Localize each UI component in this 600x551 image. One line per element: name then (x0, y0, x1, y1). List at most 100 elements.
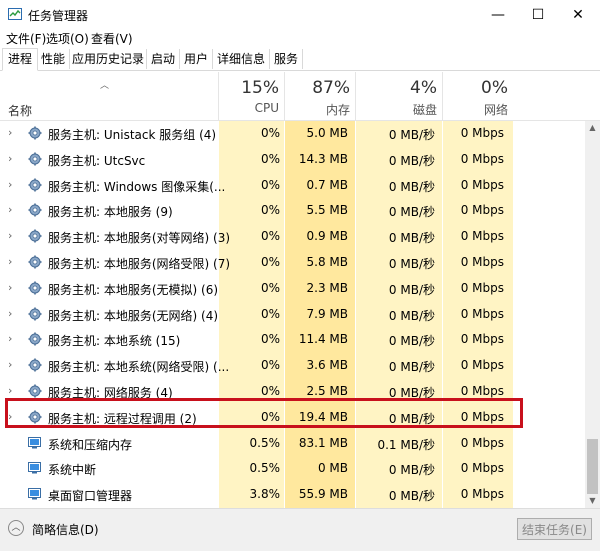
network-value: 0 Mbps (460, 332, 504, 347)
tab-services[interactable]: 服务 (270, 49, 303, 69)
collapse-up-icon[interactable]: ︿ (8, 520, 24, 536)
disk-value: 0 MB/秒 (388, 205, 435, 220)
expand-chevron-icon[interactable]: › (8, 358, 12, 371)
table-row[interactable]: › 服务主机: 本地服务(无网络) (4) 0% 7.9 MB 0 MB/秒 0 Mbps (0, 302, 585, 328)
table-row[interactable]: › 服务主机: Unistack 服务组 (4) 0% 5.0 MB 0 MB/秒 0 M… (0, 121, 585, 147)
system-icon (28, 436, 41, 449)
table-row[interactable]: 系统中断 0.5% 0 MB 0 MB/秒 0 Mbps (0, 456, 585, 482)
scroll-up-icon[interactable]: ▲ (585, 121, 600, 135)
memory-label: 内存 (325, 103, 350, 117)
expand-chevron-icon[interactable]: › (8, 229, 12, 242)
disk-value: 0 MB/秒 (388, 128, 435, 142)
memory-value: 5.8 MB (306, 255, 348, 269)
table-row[interactable]: 桌面窗口管理器 3.8% 55.9 MB 0 MB/秒 0 Mbps (0, 482, 585, 508)
column-network[interactable]: 0% 网络 (442, 72, 514, 120)
expand-chevron-icon[interactable]: › (8, 384, 12, 397)
process-name: 服务主机: 本地服务 (9) (48, 205, 173, 220)
memory-value: 0 MB (317, 461, 348, 476)
menu-file[interactable]: 文件(F) (6, 30, 46, 48)
tab-startup[interactable]: 启动 (147, 49, 180, 69)
tab-processes[interactable]: 进程 (2, 48, 38, 71)
memory-value: 14.3 MB (298, 151, 348, 166)
disk-value: 0 MB/秒 (388, 308, 435, 323)
close-button[interactable]: ✕ (558, 0, 598, 30)
disk-value: 0 MB/秒 (388, 463, 435, 478)
column-header: ︿ 名称 15% CPU 87% 内存 4% 磁盘 0% 网络 (0, 72, 600, 121)
minimize-button[interactable]: — (478, 0, 518, 30)
end-task-button[interactable]: 结束任务(E) (517, 518, 592, 540)
table-row[interactable]: › 服务主机: 本地服务(网络受限) (7) 0% 5.8 MB 0 MB/秒 0 Mbp… (0, 250, 585, 276)
system-icon (28, 462, 41, 474)
cpu-value: 0% (260, 255, 280, 269)
process-name: 服务主机: 本地系统 (15) (48, 334, 181, 349)
process-name: 系统和压缩内存 (48, 437, 133, 452)
network-value: 0 Mbps (460, 280, 504, 295)
expand-chevron-icon[interactable]: › (8, 126, 12, 139)
gear-icon (28, 384, 42, 398)
gear-icon (28, 358, 42, 372)
tab-app-history[interactable]: 应用历史记录 (70, 49, 147, 69)
table-row[interactable]: › 服务主机: 本地系统(网络受限) (... 0% 3.6 MB 0 MB/秒 0 Mb… (0, 353, 585, 379)
memory-value: 2.3 MB (306, 280, 348, 295)
table-row[interactable]: › 服务主机: 本地系统 (15) 0% 11.4 MB 0 MB/秒 0 Mbps (0, 327, 585, 353)
system-icon (28, 488, 41, 500)
tab-users[interactable]: 用户 (180, 49, 213, 69)
disk-value: 0 MB/秒 (388, 334, 435, 349)
task-manager-icon (8, 8, 22, 20)
memory-value: 0.7 MB (306, 177, 348, 192)
cpu-value: 0% (260, 306, 280, 321)
tab-details[interactable]: 详细信息 (213, 49, 270, 69)
process-name: 服务主机: 本地系统(网络受限) (... (48, 360, 230, 375)
scroll-thumb[interactable] (587, 439, 598, 494)
table-row[interactable]: › 服务主机: UtcSvc 0% 14.3 MB 0 MB/秒 0 Mbps (0, 147, 585, 173)
gear-icon (28, 152, 42, 166)
table-row[interactable]: › 服务主机: 本地服务(无模拟) (6) 0% 2.3 MB 0 MB/秒 0 Mbps (0, 276, 585, 302)
table-row[interactable]: › 服务主机: Windows 图像采集(... 0% 0.7 MB 0 MB/秒 0 M… (0, 173, 585, 199)
table-row[interactable]: › 服务主机: 本地服务(对等网络) (3) 0% 0.9 MB 0 MB/秒 0 Mbp… (0, 224, 585, 250)
memory-value: 11.4 MB (298, 332, 348, 347)
network-value: 0 Mbps (460, 126, 504, 140)
scroll-down-icon[interactable]: ▼ (585, 494, 600, 508)
column-disk[interactable]: 4% 磁盘 (355, 72, 443, 120)
expand-chevron-icon[interactable]: › (8, 178, 12, 191)
gear-icon (28, 255, 42, 269)
expand-chevron-icon[interactable]: › (8, 152, 12, 165)
expand-chevron-icon[interactable]: › (8, 203, 12, 216)
memory-value: 3.6 MB (306, 358, 348, 373)
cpu-value: 3.8% (249, 487, 281, 502)
expand-chevron-icon[interactable]: › (8, 307, 12, 320)
memory-total: 87% (312, 78, 350, 98)
column-name[interactable]: 名称 (8, 102, 32, 119)
fewer-details-link[interactable]: 简略信息(D) (32, 521, 99, 538)
footer: ︿ 简略信息(D) 结束任务(E) (0, 508, 600, 551)
disk-total: 4% (410, 78, 437, 98)
expand-chevron-icon[interactable]: › (8, 332, 12, 345)
expand-chevron-icon[interactable]: › (8, 255, 12, 268)
menu-view[interactable]: 查看(V) (91, 30, 133, 48)
memory-value: 55.9 MB (298, 487, 348, 502)
network-value: 0 Mbps (460, 203, 504, 218)
network-value: 0 Mbps (460, 229, 504, 244)
column-cpu[interactable]: 15% CPU (218, 72, 285, 120)
network-value: 0 Mbps (460, 255, 504, 269)
table-row[interactable]: › 服务主机: 本地服务 (9) 0% 5.5 MB 0 MB/秒 0 Mbps (0, 198, 585, 224)
cpu-total: 15% (241, 78, 279, 98)
cpu-value: 0% (260, 203, 280, 218)
memory-value: 83.1 MB (298, 435, 348, 450)
disk-value: 0 MB/秒 (388, 489, 435, 504)
gear-icon (28, 281, 42, 295)
expand-chevron-icon[interactable]: › (8, 281, 12, 294)
maximize-button[interactable]: ☐ (518, 0, 558, 30)
disk-value: 0 MB/秒 (388, 360, 435, 375)
vertical-scrollbar[interactable]: ▲ ▼ (585, 121, 600, 508)
cpu-value: 0% (260, 126, 280, 140)
network-label: 网络 (483, 103, 508, 117)
network-total: 0% (481, 78, 508, 98)
cpu-value: 0% (260, 384, 280, 398)
table-row[interactable]: 系统和压缩内存 0.5% 83.1 MB 0.1 MB/秒 0 Mbps (0, 431, 585, 457)
menu-options[interactable]: 选项(O) (46, 30, 89, 48)
network-value: 0 Mbps (460, 487, 504, 502)
tab-performance[interactable]: 性能 (37, 49, 70, 69)
disk-value: 0 MB/秒 (388, 153, 435, 168)
column-memory[interactable]: 87% 内存 (284, 72, 356, 120)
